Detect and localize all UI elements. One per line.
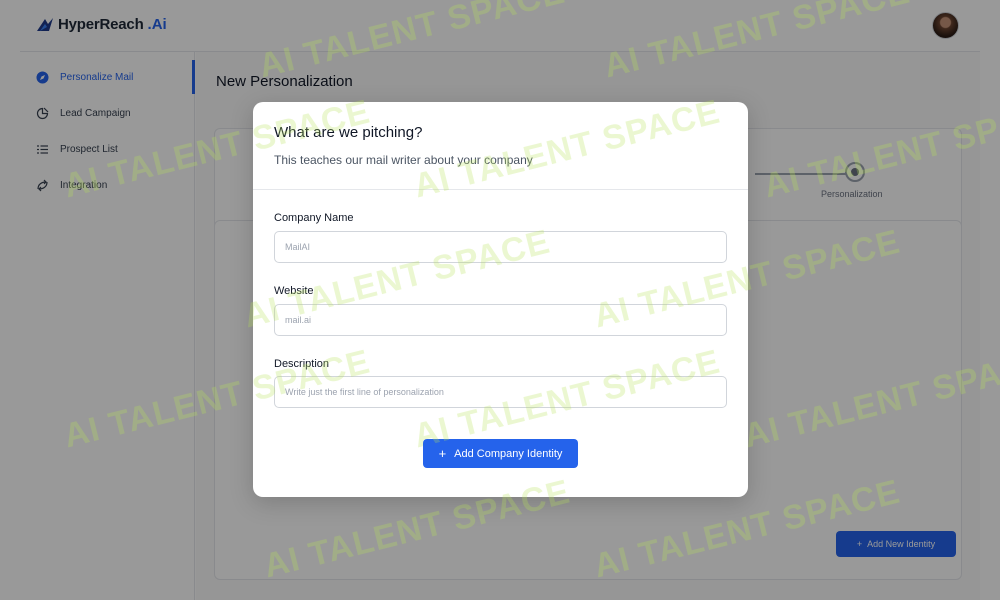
company-identity-modal: What are we pitching? This teaches our m… bbox=[253, 102, 748, 497]
website-input[interactable] bbox=[274, 304, 727, 336]
company-name-label: Company Name bbox=[274, 212, 354, 224]
company-name-input[interactable] bbox=[274, 231, 727, 263]
website-label: Website bbox=[274, 285, 314, 297]
description-label: Description bbox=[274, 358, 330, 370]
modal-divider bbox=[253, 189, 748, 190]
modal-title: What are we pitching? bbox=[274, 124, 423, 141]
description-input[interactable] bbox=[274, 376, 727, 408]
button-label: Add Company Identity bbox=[454, 447, 563, 460]
add-company-identity-button[interactable]: + Add Company Identity bbox=[423, 439, 578, 468]
plus-icon: + bbox=[438, 446, 447, 461]
modal-subtitle: This teaches our mail writer about your … bbox=[274, 153, 533, 167]
